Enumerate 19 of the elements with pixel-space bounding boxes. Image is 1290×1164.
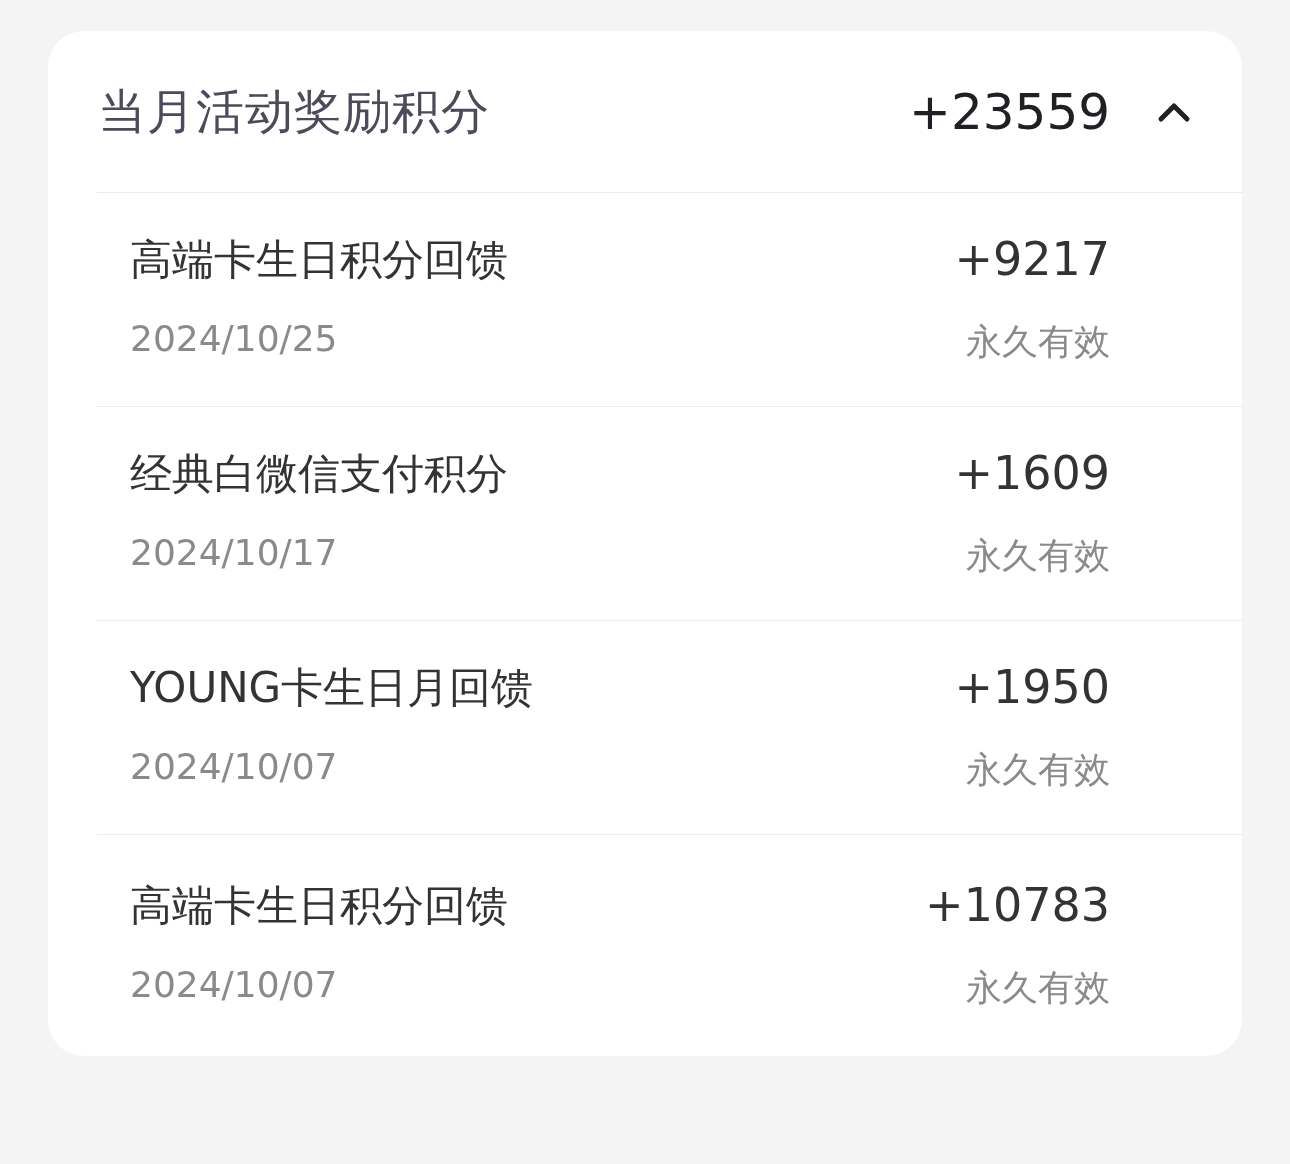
record-validity: 永久有效 <box>965 320 1110 364</box>
record-amount: +1609 <box>954 446 1110 502</box>
record-validity: 永久有效 <box>965 534 1110 578</box>
summary-title: 当月活动奖励积分 <box>98 81 491 141</box>
record-title: 经典白微信支付积分 <box>130 448 509 500</box>
record-validity: 永久有效 <box>965 966 1110 1010</box>
record-date: 2024/10/07 <box>130 746 339 789</box>
record-title: YOUNG卡生日月回馈 <box>130 662 535 714</box>
record-amount: +9217 <box>954 232 1110 288</box>
record-title: 高端卡生日积分回馈 <box>130 880 509 932</box>
record-date: 2024/10/07 <box>130 964 339 1007</box>
record-validity: 永久有效 <box>965 748 1110 792</box>
record-date: 2024/10/25 <box>130 318 339 361</box>
record-amount: +1950 <box>954 660 1110 716</box>
record-title: 高端卡生日积分回馈 <box>130 234 509 286</box>
record-amount: +10783 <box>925 878 1110 934</box>
record-date: 2024/10/17 <box>130 532 339 575</box>
chevron-icon <box>1157 100 1191 123</box>
summary-total: +23559 <box>909 82 1110 141</box>
